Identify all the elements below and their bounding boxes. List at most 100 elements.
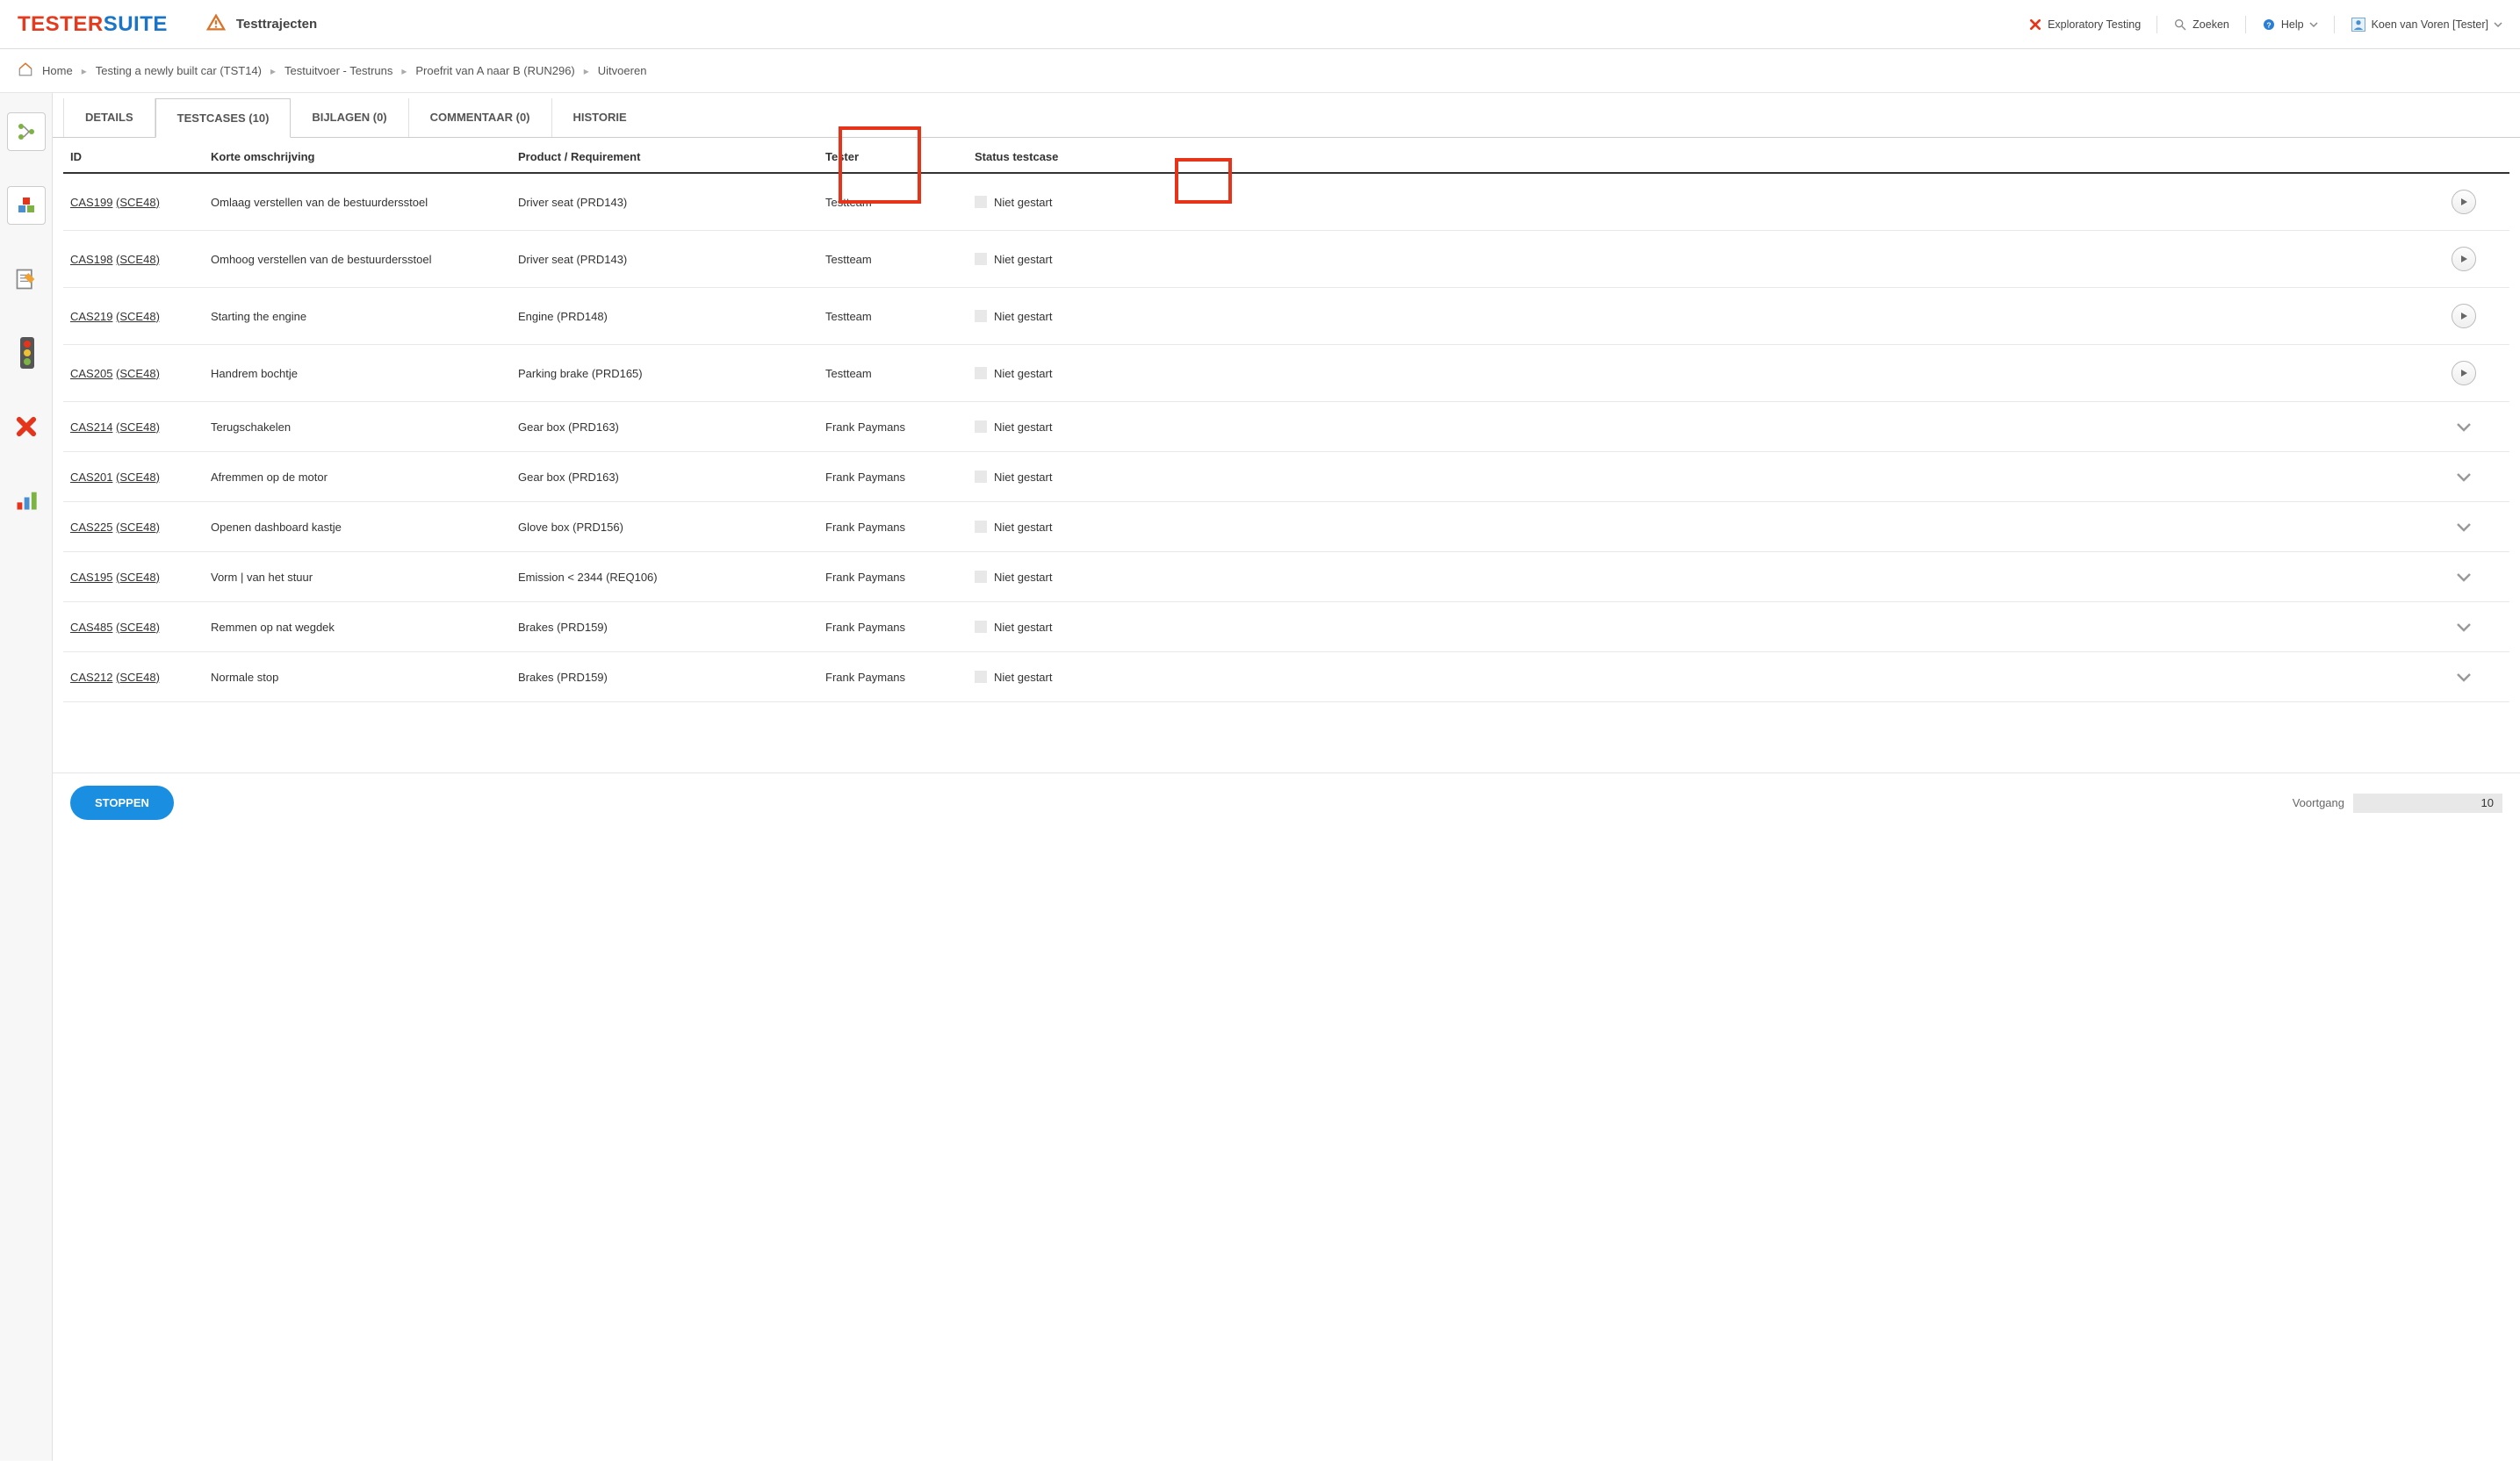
cell-product: Brakes (PRD159) xyxy=(518,671,825,684)
cell-product: Driver seat (PRD143) xyxy=(518,196,825,209)
cas-link[interactable]: CAS201 xyxy=(70,471,112,484)
cell-status: Niet gestart xyxy=(975,621,1141,634)
col-header-desc: Korte omschrijving xyxy=(211,150,518,163)
play-button[interactable] xyxy=(2452,304,2476,328)
testcases-table: ID Korte omschrijving Product / Requirem… xyxy=(53,138,2520,702)
expand-chevron[interactable] xyxy=(2452,668,2476,686)
expand-chevron[interactable] xyxy=(2452,568,2476,586)
table-row: CAS195 (SCE48)Vorm | van het stuurEmissi… xyxy=(63,552,2509,602)
cas-link[interactable]: CAS485 xyxy=(70,621,112,634)
sce-link[interactable]: (SCE48) xyxy=(116,310,160,323)
search-icon xyxy=(2173,18,2187,32)
svg-text:?: ? xyxy=(2266,20,2271,29)
logo[interactable]: TESTERSUITE xyxy=(18,12,168,37)
cell-tester: Testteam xyxy=(825,310,975,323)
sce-link[interactable]: (SCE48) xyxy=(116,671,160,684)
footer-bar: STOPPEN Voortgang 10 xyxy=(53,773,2520,832)
tab-bijlagen[interactable]: BIJLAGEN (0) xyxy=(291,98,408,137)
cas-link[interactable]: CAS195 xyxy=(70,571,112,584)
table-row: CAS214 (SCE48)TerugschakelenGear box (PR… xyxy=(63,402,2509,452)
tab-commentaar[interactable]: COMMENTAAR (0) xyxy=(409,98,552,137)
cas-link[interactable]: CAS198 xyxy=(70,253,112,266)
status-indicator-icon xyxy=(975,310,987,322)
play-icon xyxy=(2459,198,2468,206)
cas-link[interactable]: CAS214 xyxy=(70,420,112,434)
chevron-down-icon xyxy=(2456,521,2472,532)
sce-link[interactable]: (SCE48) xyxy=(116,420,160,434)
cas-link[interactable]: CAS225 xyxy=(70,521,112,534)
breadcrumb-current: Uitvoeren xyxy=(598,64,647,77)
cas-link[interactable]: CAS219 xyxy=(70,310,112,323)
status-indicator-icon xyxy=(975,367,987,379)
col-header-tester: Tester xyxy=(825,150,975,163)
tab-details[interactable]: DETAILS xyxy=(63,98,155,137)
rail-item-chart[interactable] xyxy=(7,481,46,520)
expand-chevron[interactable] xyxy=(2452,418,2476,435)
play-button[interactable] xyxy=(2452,361,2476,385)
breadcrumb-item[interactable]: Testing a newly built car (TST14) xyxy=(96,64,262,77)
sce-link[interactable]: (SCE48) xyxy=(116,253,160,266)
user-name: Koen van Voren [Tester] xyxy=(2372,18,2488,31)
cell-tester: Frank Paymans xyxy=(825,571,975,584)
cell-tester: Frank Paymans xyxy=(825,621,975,634)
traffic-light-icon xyxy=(18,337,36,369)
table-row: CAS198 (SCE48) Omhoog verstellen van de b… xyxy=(63,231,2509,288)
breadcrumb-item[interactable]: Proefrit van A naar B (RUN296) xyxy=(415,64,574,77)
expand-chevron[interactable] xyxy=(2452,618,2476,636)
help-menu[interactable]: ? Help xyxy=(2262,18,2318,32)
bar-chart-icon xyxy=(14,488,39,513)
cell-desc: Starting the engine xyxy=(211,310,518,323)
rail-item-structure[interactable] xyxy=(7,112,46,151)
separator xyxy=(2245,16,2246,33)
sce-link[interactable]: (SCE48) xyxy=(116,471,160,484)
cell-desc: Normale stop xyxy=(211,671,518,684)
col-header-id: ID xyxy=(70,150,211,163)
tree-icon xyxy=(16,121,37,142)
status-indicator-icon xyxy=(975,253,987,265)
separator xyxy=(2334,16,2335,33)
rail-item-close[interactable] xyxy=(7,407,46,446)
sce-link[interactable]: (SCE48) xyxy=(116,621,160,634)
expand-chevron[interactable] xyxy=(2452,518,2476,535)
sce-link[interactable]: (SCE48) xyxy=(116,367,160,380)
stoppen-button[interactable]: STOPPEN xyxy=(70,786,174,820)
play-button[interactable] xyxy=(2452,247,2476,271)
cas-link[interactable]: CAS205 xyxy=(70,367,112,380)
chevron-down-icon xyxy=(2456,672,2472,682)
chevron-right-icon: ▸ xyxy=(270,65,276,77)
rail-item-edit[interactable] xyxy=(7,260,46,298)
cell-desc: Remmen op nat wegdek xyxy=(211,621,518,634)
exploratory-label: Exploratory Testing xyxy=(2048,18,2141,31)
cell-desc: Omhoog verstellen van de bestuurdersstoe… xyxy=(211,253,518,266)
sce-link[interactable]: (SCE48) xyxy=(116,571,160,584)
search-link[interactable]: Zoeken xyxy=(2173,18,2229,32)
help-label: Help xyxy=(2281,18,2304,31)
table-row: CAS212 (SCE48) Normale stopBrakes (PRD159… xyxy=(63,652,2509,702)
tab-historie[interactable]: HISTORIE xyxy=(552,98,648,137)
user-menu[interactable]: Koen van Voren [Tester] xyxy=(2351,17,2502,32)
table-row: CAS205 (SCE48)Handrem bochtjeParking bra… xyxy=(63,345,2509,402)
col-header-prod: Product / Requirement xyxy=(518,150,825,163)
cas-link[interactable]: CAS212 xyxy=(70,671,112,684)
status-indicator-icon xyxy=(975,571,987,583)
tab-testcases[interactable]: TESTCASES (10) xyxy=(155,98,292,138)
help-icon: ? xyxy=(2262,18,2276,32)
rail-item-traffic-light[interactable] xyxy=(0,334,49,372)
play-button[interactable] xyxy=(2452,190,2476,214)
breadcrumb-item[interactable]: Testuitvoer - Testruns xyxy=(284,64,392,77)
chevron-right-icon: ▸ xyxy=(401,65,407,77)
exploratory-testing-link[interactable]: Exploratory Testing xyxy=(2028,18,2141,32)
cell-desc: Terugschakelen xyxy=(211,420,518,434)
sce-link[interactable]: (SCE48) xyxy=(116,521,160,534)
cell-product: Engine (PRD148) xyxy=(518,310,825,323)
breadcrumb-home[interactable]: Home xyxy=(42,64,73,77)
chevron-down-icon xyxy=(2456,571,2472,582)
voortgang-bar: 10 xyxy=(2353,794,2502,813)
page-title: Testtrajecten xyxy=(236,17,317,32)
chevron-down-icon xyxy=(2456,622,2472,632)
home-icon[interactable] xyxy=(18,61,33,80)
sce-link[interactable]: (SCE48) xyxy=(116,196,160,209)
cas-link[interactable]: CAS199 xyxy=(70,196,112,209)
rail-item-products[interactable] xyxy=(7,186,46,225)
expand-chevron[interactable] xyxy=(2452,468,2476,485)
